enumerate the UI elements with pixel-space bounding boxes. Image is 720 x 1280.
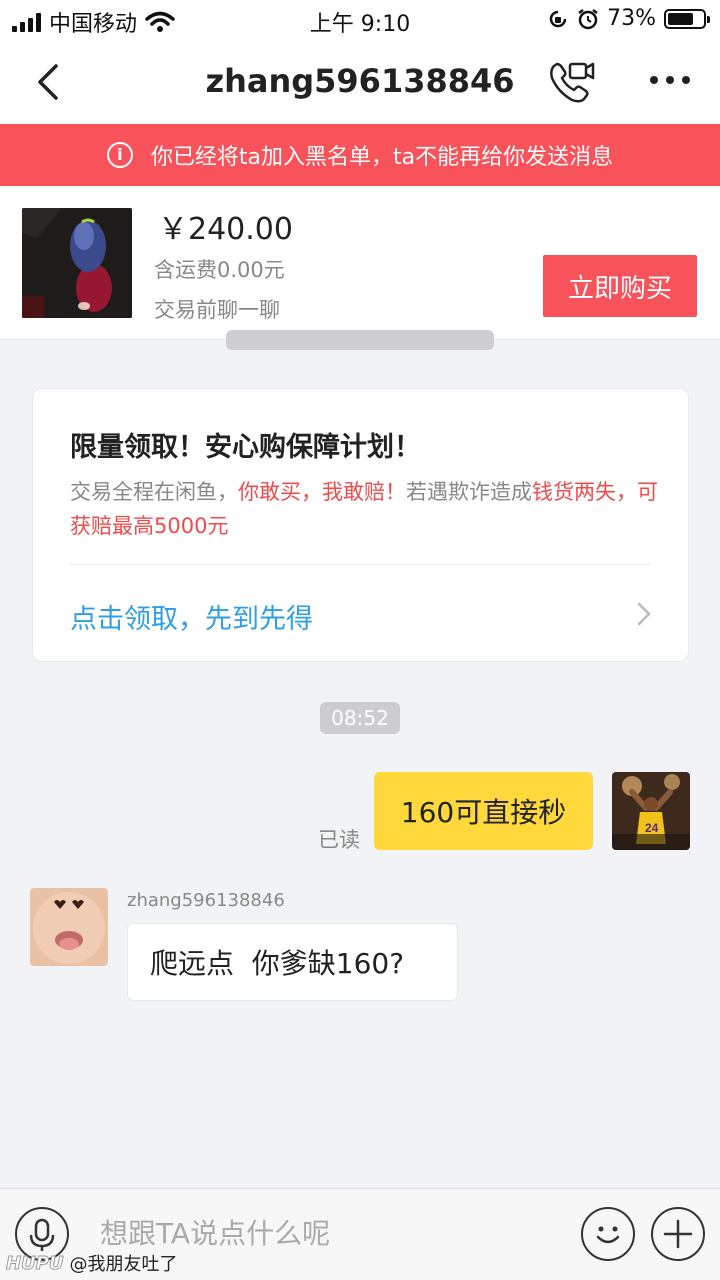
chat-title: zhang596138846 bbox=[205, 62, 515, 100]
sender-name: zhang596138846 bbox=[127, 890, 285, 911]
promo-text-part: 交易全程在闲鱼， bbox=[70, 480, 238, 504]
more-icon[interactable] bbox=[650, 76, 690, 84]
info-icon: i bbox=[106, 142, 133, 168]
emoji-button[interactable] bbox=[581, 1207, 635, 1261]
watermark-handle: @我朋友吐了 bbox=[69, 1254, 178, 1275]
my-avatar[interactable]: 24 bbox=[612, 772, 690, 850]
promo-text-part: 若遇欺诈造成 bbox=[406, 480, 532, 504]
product-card[interactable]: ￥240.00 含运费0.00元 交易前聊一聊 立即购买 bbox=[0, 186, 720, 340]
promo-title: 限量领取！安心购保障计划！ bbox=[70, 432, 421, 463]
chevron-right-icon bbox=[637, 602, 651, 626]
call-icon[interactable] bbox=[546, 58, 596, 106]
banner-text: 你已经将ta加入黑名单，ta不能再给你发送消息 bbox=[150, 145, 614, 170]
message-input[interactable] bbox=[100, 1211, 560, 1255]
shipping-fee: 含运费0.00元 bbox=[154, 258, 285, 282]
chat-hint: 交易前聊一聊 bbox=[154, 298, 280, 322]
outgoing-message[interactable]: 160可直接秒 bbox=[374, 772, 593, 850]
read-status: 已读 bbox=[318, 828, 360, 852]
incoming-message[interactable]: 爬远点 你爹缺160? bbox=[127, 923, 458, 1001]
contact-avatar[interactable] bbox=[30, 888, 108, 966]
rotation-lock-icon bbox=[549, 10, 567, 27]
divider bbox=[70, 564, 651, 565]
promo-text-highlight: 你敢买，我敢赔！ bbox=[238, 480, 406, 504]
battery-icon bbox=[664, 8, 710, 29]
message-timestamp: 08:52 bbox=[320, 702, 400, 734]
buy-now-button[interactable]: 立即购买 bbox=[543, 255, 697, 317]
more-options-button[interactable] bbox=[651, 1207, 705, 1261]
watermark-brand: HUPU bbox=[6, 1252, 64, 1274]
hidden-timestamp bbox=[226, 330, 494, 350]
blacklist-banner: i 你已经将ta加入黑名单，ta不能再给你发送消息 bbox=[0, 124, 720, 186]
promo-card[interactable]: 限量领取！安心购保障计划！ 交易全程在闲鱼，你敢买，我敢赔！若遇欺诈造成钱货两失… bbox=[32, 388, 689, 662]
smiley-icon bbox=[596, 1226, 620, 1244]
battery-percent: 73% bbox=[607, 6, 656, 31]
alarm-icon bbox=[578, 8, 598, 29]
product-price: ￥240.00 bbox=[158, 212, 293, 247]
status-bar: 中国移动 上午 9:10 73% bbox=[0, 0, 720, 40]
watermark: HUPU @我朋友吐了 bbox=[6, 1250, 178, 1276]
plus-icon bbox=[663, 1219, 693, 1249]
svg-text:24: 24 bbox=[645, 821, 659, 835]
product-image[interactable] bbox=[22, 208, 132, 318]
nav-bar: zhang596138846 bbox=[0, 40, 720, 124]
promo-text: 交易全程在闲鱼，你敢买，我敢赔！若遇欺诈造成钱货两失，可获赔最高5000元 bbox=[70, 475, 660, 543]
claim-link[interactable]: 点击领取，先到先得 bbox=[70, 597, 313, 636]
